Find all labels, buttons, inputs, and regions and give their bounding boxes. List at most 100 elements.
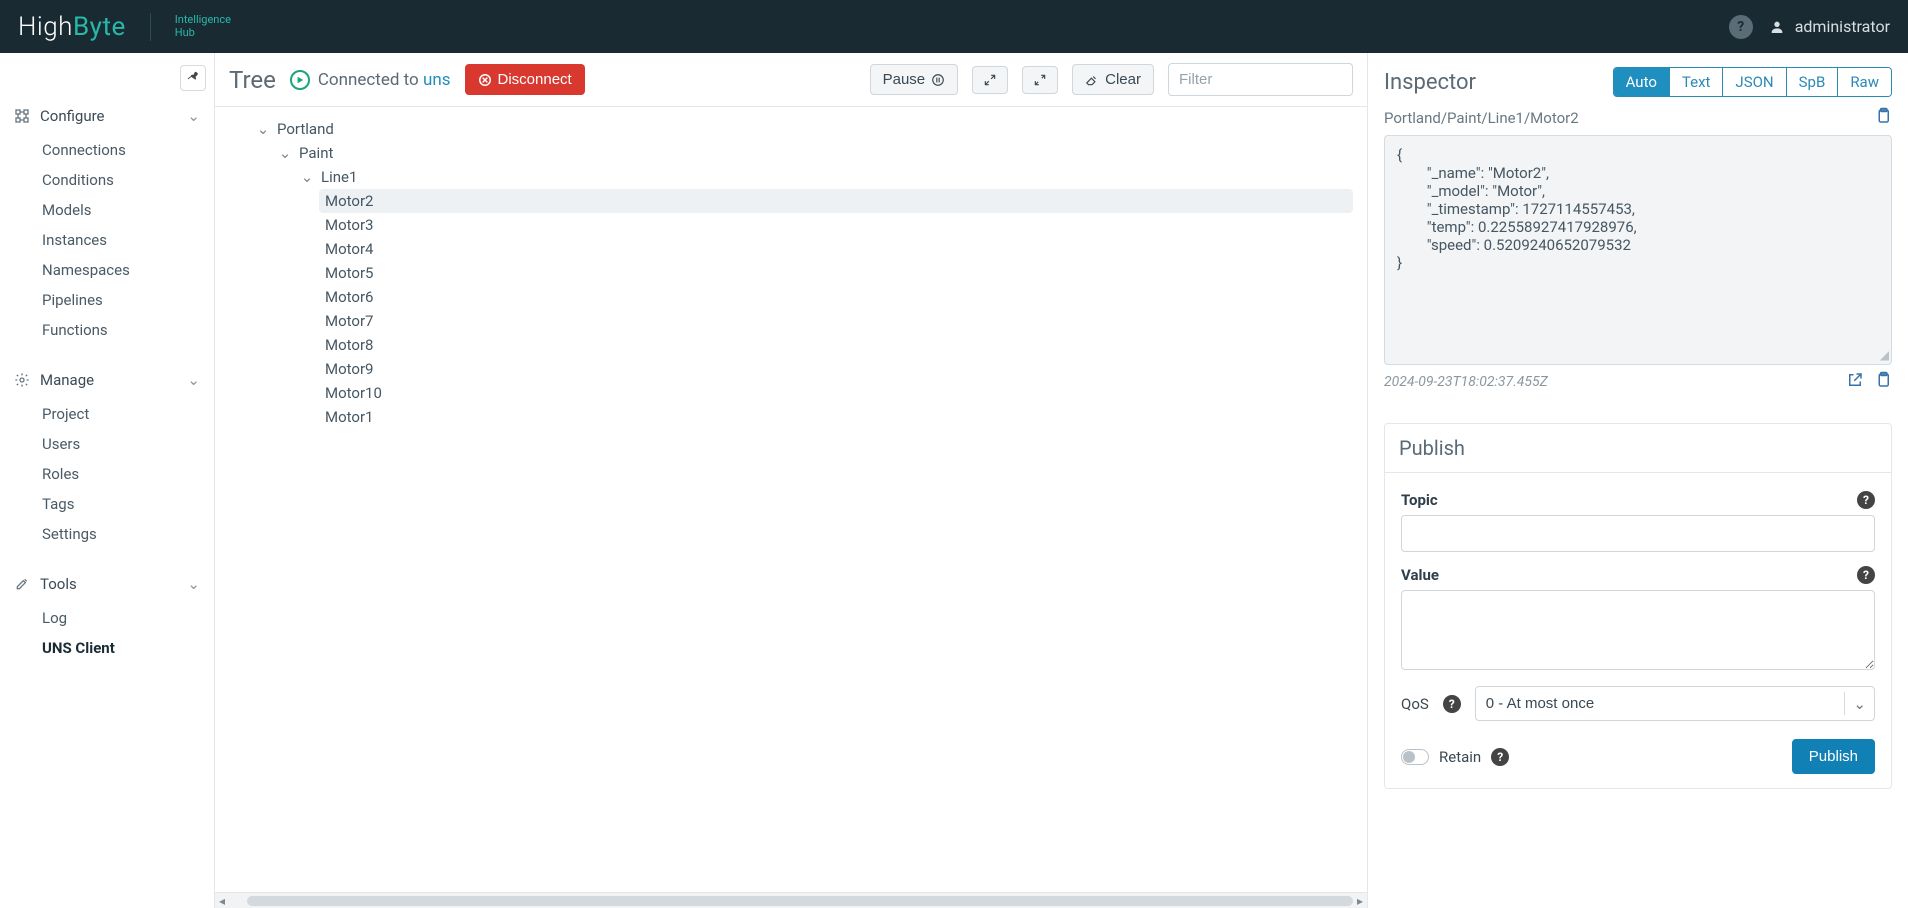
tree-node-motor[interactable]: Motor4 (319, 237, 1353, 261)
inspector-tab-raw[interactable]: Raw (1837, 68, 1891, 96)
copy-path-button[interactable] (1874, 107, 1892, 129)
username: administrator (1795, 17, 1890, 36)
topic-label: Topic (1401, 491, 1438, 509)
pin-sidebar-button[interactable] (180, 65, 206, 91)
nav-section-manage[interactable]: Manage ⌄ (0, 363, 214, 397)
gear-icon (14, 372, 30, 388)
sidebar-item-log[interactable]: Log (42, 603, 214, 633)
nav-section-tools[interactable]: Tools ⌄ (0, 567, 214, 601)
sidebar-item-project[interactable]: Project (42, 399, 214, 429)
tree-label: Motor3 (325, 216, 373, 234)
tree-node-line1[interactable]: ⌄ Line1 (293, 165, 1353, 189)
sidebar-item-namespaces[interactable]: Namespaces (42, 255, 214, 285)
clipboard-icon (1874, 371, 1892, 389)
publish-button[interactable]: Publish (1792, 739, 1875, 774)
pause-label: Pause (883, 71, 926, 88)
brand-byte: Byte (73, 12, 126, 42)
qos-select[interactable]: 0 - At most once (1475, 686, 1875, 721)
nav-tools-label: Tools (40, 575, 77, 593)
tree-node-paint[interactable]: ⌄ Paint (271, 141, 1353, 165)
tree-node-motor[interactable]: Motor8 (319, 333, 1353, 357)
retain-help-icon[interactable]: ? (1491, 748, 1509, 766)
tree-node-motor[interactable]: Motor10 (319, 381, 1353, 405)
sidebar-item-instances[interactable]: Instances (42, 225, 214, 255)
tree-label: Paint (299, 144, 333, 162)
qos-label: QoS (1401, 695, 1429, 713)
value-help-icon[interactable]: ? (1857, 566, 1875, 584)
horizontal-scrollbar[interactable]: ◂ ▸ (215, 892, 1367, 908)
sidebar-item-uns-client[interactable]: UNS Client (42, 633, 214, 663)
scrollbar-thumb[interactable] (247, 896, 1353, 906)
inspector-json: { "_name": "Motor2", "_model": "Motor", … (1384, 135, 1892, 365)
inspector-tab-json[interactable]: JSON (1722, 68, 1785, 96)
tree-node-motor[interactable]: Motor1 (319, 405, 1353, 429)
inspector-path: Portland/Paint/Line1/Motor2 (1384, 109, 1579, 127)
tree-node-portland[interactable]: ⌄ Portland (249, 117, 1353, 141)
tree-node-motor[interactable]: Motor5 (319, 261, 1353, 285)
sidebar-item-users[interactable]: Users (42, 429, 214, 459)
tree-label: Motor4 (325, 240, 373, 258)
filter-input[interactable] (1168, 63, 1353, 96)
open-external-button[interactable] (1846, 371, 1864, 393)
sidebar-item-roles[interactable]: Roles (42, 459, 214, 489)
tree-label: Motor2 (325, 192, 373, 210)
tree-toolbar: Tree Connected to uns Disconnect Pause (215, 53, 1367, 107)
user-menu[interactable]: administrator (1769, 17, 1890, 36)
play-icon (290, 70, 310, 90)
topic-input[interactable] (1401, 515, 1875, 552)
connection-status: Connected to uns (290, 70, 451, 90)
publish-title: Publish (1385, 424, 1891, 473)
clear-button[interactable]: Clear (1072, 64, 1154, 95)
nav-configure-label: Configure (40, 107, 105, 125)
retain-label: Retain (1439, 748, 1481, 766)
tree-label: Motor10 (325, 384, 382, 402)
expand-icon (983, 73, 997, 87)
tree-node-motor[interactable]: Motor7 (319, 309, 1353, 333)
disconnect-button[interactable]: Disconnect (465, 64, 585, 95)
clear-label: Clear (1105, 71, 1141, 88)
tree-label: Portland (277, 120, 334, 138)
publish-card: Publish Topic ? Value ? QoS ? 0 (1384, 423, 1892, 789)
chevron-down-icon: ⌄ (255, 120, 271, 138)
tree-label: Motor6 (325, 288, 373, 306)
tree-view[interactable]: ⌄ Portland ⌄ Paint ⌄ Line1 Motor2 Motor3 M… (215, 107, 1367, 892)
sidebar-item-models[interactable]: Models (42, 195, 214, 225)
inspector-title: Inspector (1384, 70, 1476, 95)
nav-manage-label: Manage (40, 371, 94, 389)
clipboard-icon (1874, 107, 1892, 125)
inspector-tab-spb[interactable]: SpB (1786, 68, 1838, 96)
inspector-tab-auto[interactable]: Auto (1614, 68, 1669, 96)
sidebar: Configure ⌄ Connections Conditions Model… (0, 53, 215, 908)
tree-node-motor[interactable]: Motor3 (319, 213, 1353, 237)
inspector-timestamp: 2024-09-23T18:02:37.455Z (1384, 374, 1548, 390)
sidebar-item-tags[interactable]: Tags (42, 489, 214, 519)
nav-section-configure[interactable]: Configure ⌄ (0, 99, 214, 133)
help-icon[interactable]: ? (1729, 15, 1753, 39)
expand-all-button[interactable] (972, 66, 1008, 94)
chevron-down-icon: ⌄ (299, 168, 315, 186)
tree-node-motor[interactable]: Motor2 (319, 189, 1353, 213)
tree-node-motor[interactable]: Motor6 (319, 285, 1353, 309)
collapse-all-button[interactable] (1022, 66, 1058, 94)
status-prefix: Connected to (318, 70, 423, 90)
sidebar-item-pipelines[interactable]: Pipelines (42, 285, 214, 315)
resize-handle-icon[interactable]: ◢ (1880, 348, 1889, 362)
publish-button-label: Publish (1809, 748, 1858, 765)
topic-help-icon[interactable]: ? (1857, 491, 1875, 509)
sidebar-item-connections[interactable]: Connections (42, 135, 214, 165)
user-icon (1769, 19, 1785, 35)
disconnect-label: Disconnect (498, 71, 572, 88)
sidebar-item-settings[interactable]: Settings (42, 519, 214, 549)
copy-json-button[interactable] (1874, 371, 1892, 393)
inspector-tab-text[interactable]: Text (1669, 68, 1723, 96)
retain-toggle[interactable] (1401, 749, 1429, 765)
value-label: Value (1401, 566, 1439, 584)
brand-subtitle: Intelligence Hub (175, 14, 231, 39)
sidebar-item-functions[interactable]: Functions (42, 315, 214, 345)
value-input[interactable] (1401, 590, 1875, 670)
chevron-down-icon: ⌄ (187, 107, 200, 125)
tree-node-motor[interactable]: Motor9 (319, 357, 1353, 381)
qos-help-icon[interactable]: ? (1443, 695, 1461, 713)
pause-button[interactable]: Pause (870, 64, 959, 95)
sidebar-item-conditions[interactable]: Conditions (42, 165, 214, 195)
